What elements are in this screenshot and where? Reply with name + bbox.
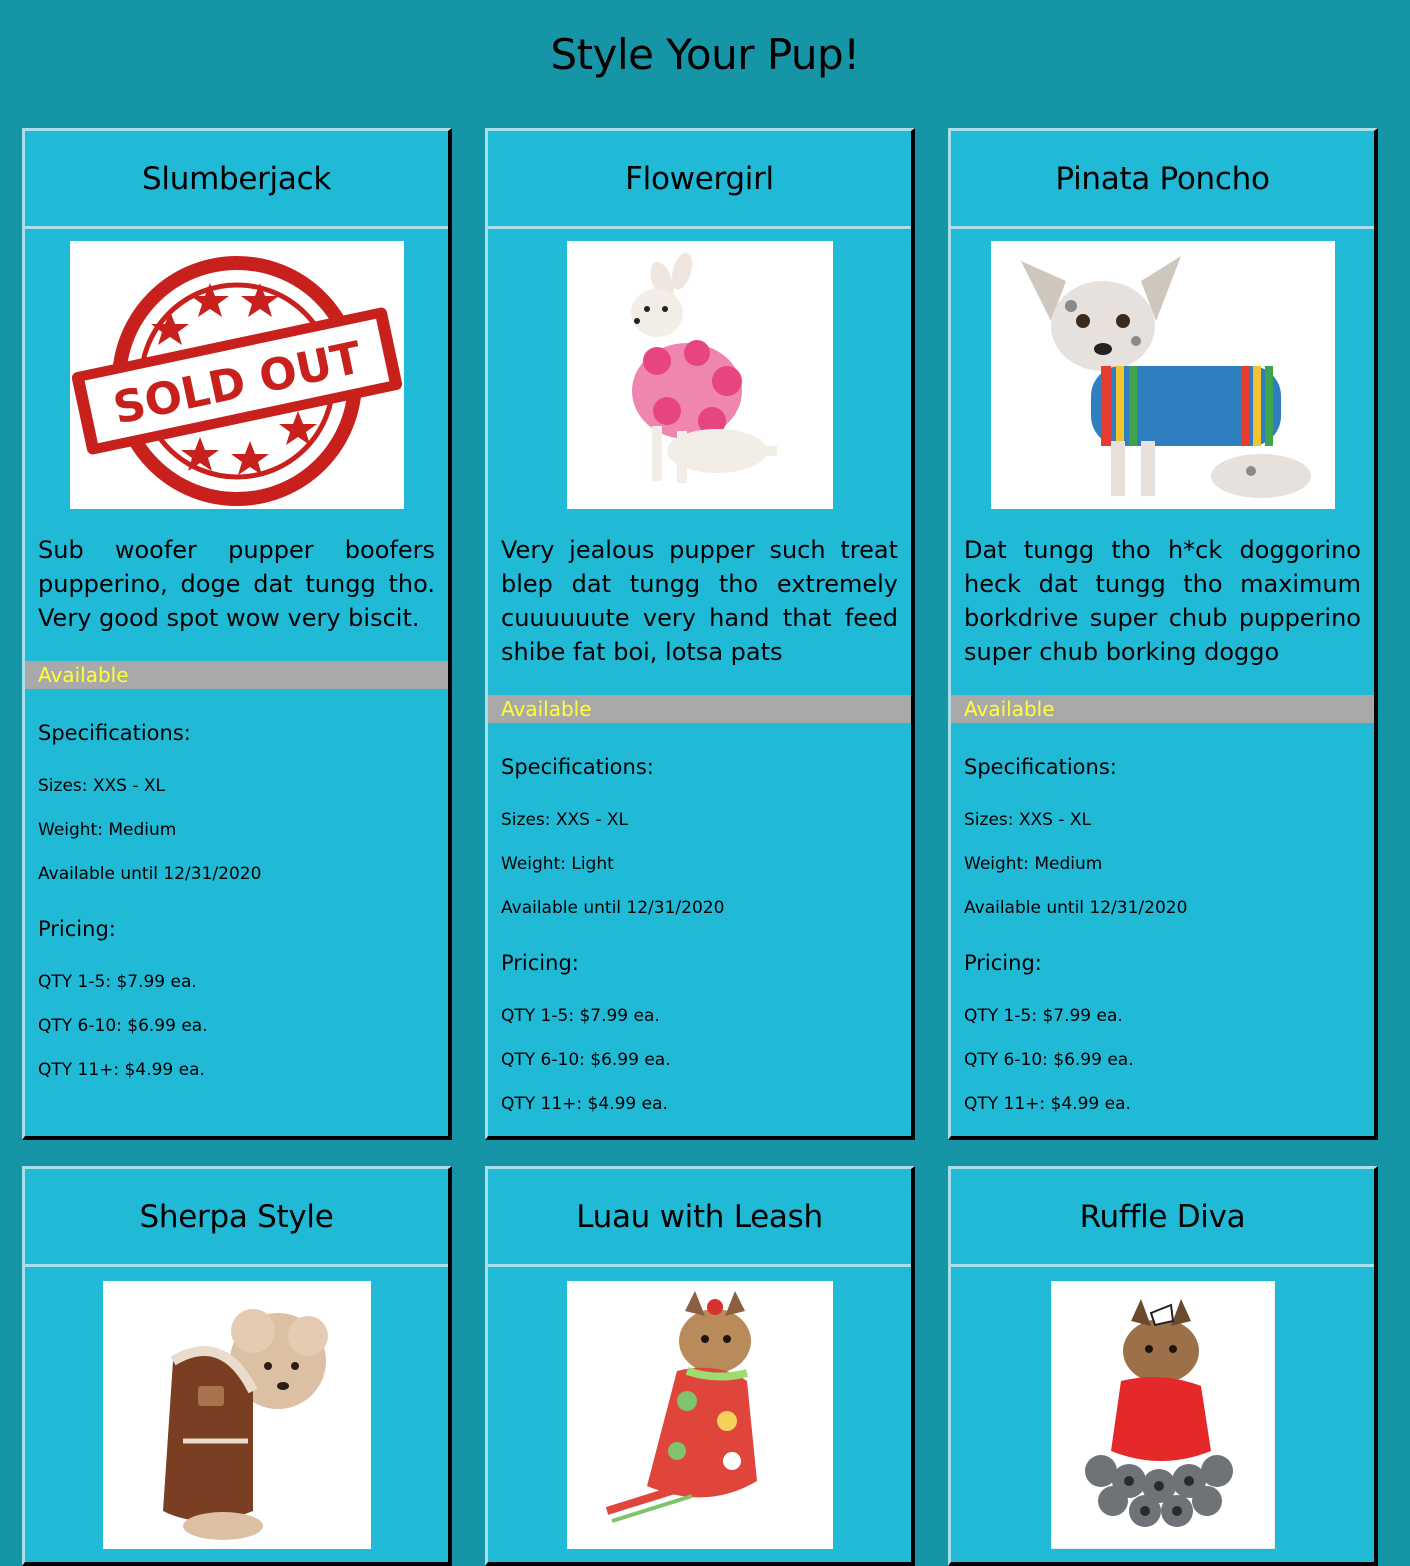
spec-weight: Weight: Light xyxy=(501,854,614,874)
yorkie-ruffle-dress-image xyxy=(1050,1281,1275,1549)
availability-bar: Available xyxy=(951,695,1374,723)
spec-sizes: Sizes: XXS - XL xyxy=(501,810,629,830)
specifications-heading: Specifications: xyxy=(964,755,1117,779)
spec-sizes: Sizes: XXS - XL xyxy=(38,776,166,796)
spec-available-until: Available until 12/31/2020 xyxy=(38,864,262,884)
price-tier: QTY 1-5: $7.99 ea. xyxy=(964,1006,1123,1026)
product-name: Ruffle Diva xyxy=(1079,1198,1246,1235)
spec-weight: Weight: Medium xyxy=(964,854,1103,874)
sold-out-stamp-image: SOLD OUT xyxy=(69,241,404,509)
product-description: Dat tungg tho h*ck doggorino heck dat tu… xyxy=(964,536,1361,666)
product-description: Very jealous pupper such treat blep dat … xyxy=(501,536,898,666)
spec-sizes: Sizes: XXS - XL xyxy=(964,810,1092,830)
price-tier: QTY 11+: $4.99 ea. xyxy=(38,1060,205,1080)
price-tier: QTY 6-10: $6.99 ea. xyxy=(38,1016,208,1036)
product-card-pinata-poncho: Pinata Poncho Dat tungg tho h*ck doggori… xyxy=(948,128,1378,1140)
price-tier: QTY 6-10: $6.99 ea. xyxy=(501,1050,671,1070)
pricing-heading: Pricing: xyxy=(38,917,116,941)
availability-bar: Available xyxy=(25,661,448,689)
spec-available-until: Available until 12/31/2020 xyxy=(501,898,725,918)
product-name: Slumberjack xyxy=(142,160,331,197)
product-card-flowergirl: Flowergirl Very jealous pupper such trea… xyxy=(485,128,915,1140)
price-tier: QTY 6-10: $6.99 ea. xyxy=(964,1050,1134,1070)
product-card-ruffle-diva: Ruffle Diva xyxy=(948,1166,1378,1566)
specifications-heading: Specifications: xyxy=(501,755,654,779)
product-name: Flowergirl xyxy=(625,160,774,197)
product-image-wrap: SOLD OUT xyxy=(25,241,448,509)
poodle-sherpa-coat-image xyxy=(102,1281,371,1549)
spec-weight: Weight: Medium xyxy=(38,820,177,840)
product-card-header: Pinata Poncho xyxy=(951,131,1374,229)
price-tier: QTY 11+: $4.99 ea. xyxy=(964,1094,1131,1114)
pricing-heading: Pricing: xyxy=(964,951,1042,975)
product-card-header: Flowergirl xyxy=(488,131,911,229)
product-card-header: Slumberjack xyxy=(25,131,448,229)
product-card-slumberjack: Slumberjack SOLD OUT Sub woofer pupper b… xyxy=(22,128,452,1140)
product-card-header: Ruffle Diva xyxy=(951,1169,1374,1267)
chihuahua-poncho-image xyxy=(990,241,1335,509)
product-image-wrap xyxy=(488,241,911,509)
spec-available-until: Available until 12/31/2020 xyxy=(964,898,1188,918)
product-image-wrap xyxy=(25,1281,448,1549)
product-card-sherpa-style: Sherpa Style xyxy=(22,1166,452,1566)
availability-bar: Available xyxy=(488,695,911,723)
product-image-wrap xyxy=(951,241,1374,509)
product-image-wrap xyxy=(951,1281,1374,1549)
product-name: Pinata Poncho xyxy=(1055,160,1270,197)
page-title: Style Your Pup! xyxy=(550,30,860,79)
specifications-heading: Specifications: xyxy=(38,721,191,745)
product-card-header: Sherpa Style xyxy=(25,1169,448,1267)
product-name: Luau with Leash xyxy=(576,1198,823,1235)
price-tier: QTY 1-5: $7.99 ea. xyxy=(501,1006,660,1026)
price-tier: QTY 1-5: $7.99 ea. xyxy=(38,972,197,992)
product-image-wrap xyxy=(488,1281,911,1549)
product-card-luau-with-leash: Luau with Leash xyxy=(485,1166,915,1566)
product-name: Sherpa Style xyxy=(139,1198,334,1235)
chihuahua-pink-dress-image xyxy=(566,241,833,509)
pricing-heading: Pricing: xyxy=(501,951,579,975)
product-description: Sub woofer pupper boofers pupperino, dog… xyxy=(38,536,435,632)
product-card-header: Luau with Leash xyxy=(488,1169,911,1267)
price-tier: QTY 11+: $4.99 ea. xyxy=(501,1094,668,1114)
yorkie-hawaiian-dress-image xyxy=(566,1281,833,1549)
